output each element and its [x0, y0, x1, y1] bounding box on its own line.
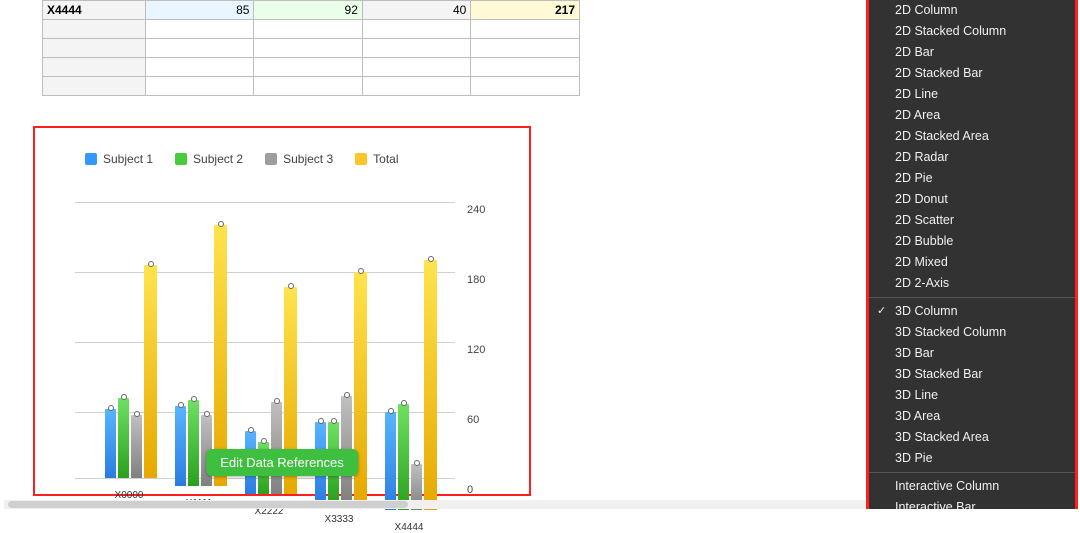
x-tick: X4444	[395, 522, 424, 533]
menu-item-2d-radar[interactable]: 2D Radar	[869, 147, 1075, 168]
menu-item-2d-column[interactable]: 2D Column	[869, 0, 1075, 21]
table-row	[43, 77, 580, 96]
legend-swatch-subject3	[265, 153, 277, 165]
cell-subject3[interactable]: 40	[362, 1, 470, 20]
menu-item-interactive-column[interactable]: Interactive Column	[869, 476, 1075, 497]
bar-handle-icon[interactable]	[331, 418, 337, 424]
bar-handle-icon[interactable]	[428, 256, 434, 262]
horizontal-scrollbar-thumb[interactable]	[8, 501, 408, 508]
legend-swatch-subject2	[175, 153, 187, 165]
bar-handle-icon[interactable]	[261, 438, 267, 444]
bar-handle-icon[interactable]	[401, 400, 407, 406]
bar-handle-icon[interactable]	[288, 283, 294, 289]
menu-item-2d-stacked-bar[interactable]: 2D Stacked Bar	[869, 63, 1075, 84]
legend-label: Subject 3	[283, 152, 333, 166]
legend-label: Total	[373, 152, 398, 166]
data-table[interactable]: X4444 85 92 40 217	[42, 0, 580, 96]
menu-item-3d-pie[interactable]: 3D Pie	[869, 448, 1075, 469]
menu-item-3d-stacked-column[interactable]: 3D Stacked Column	[869, 322, 1075, 343]
spreadsheet-fragment: X4444 85 92 40 217	[42, 0, 580, 96]
legend-swatch-subject1	[85, 153, 97, 165]
bar-blue[interactable]	[385, 412, 396, 510]
chart-type-menu[interactable]: 2D Column2D Stacked Column2D Bar2D Stack…	[866, 0, 1078, 509]
bar-group[interactable]	[175, 225, 227, 486]
bar-handle-icon[interactable]	[274, 398, 280, 404]
bar-green[interactable]	[118, 398, 129, 479]
bar-group[interactable]	[105, 265, 157, 478]
bar-handle-icon[interactable]	[318, 418, 324, 424]
bar-grey[interactable]	[271, 402, 282, 494]
bar-handle-icon[interactable]	[344, 392, 350, 398]
bar-handle-icon[interactable]	[388, 408, 394, 414]
menu-item-2d-scatter[interactable]: 2D Scatter	[869, 210, 1075, 231]
bar-blue[interactable]	[175, 406, 186, 487]
table-row	[43, 58, 580, 77]
edit-data-references-button[interactable]: Edit Data References	[206, 449, 358, 476]
menu-item-2d-area[interactable]: 2D Area	[869, 105, 1075, 126]
bar-handle-icon[interactable]	[204, 411, 210, 417]
bar-green[interactable]	[398, 404, 409, 510]
bar-green[interactable]	[188, 400, 199, 486]
bar-handle-icon[interactable]	[108, 405, 114, 411]
menu-item-2d-pie[interactable]: 2D Pie	[869, 168, 1075, 189]
chart-selection-box[interactable]: Subject 1 Subject 2 Subject 3 Total 240 …	[33, 126, 531, 496]
bar-blue[interactable]	[105, 409, 116, 478]
legend-swatch-total	[355, 153, 367, 165]
menu-separator	[869, 297, 1075, 298]
bar-grey[interactable]	[131, 415, 142, 478]
legend-label: Subject 2	[193, 152, 243, 166]
bar-handle-icon[interactable]	[134, 411, 140, 417]
menu-item-3d-area[interactable]: 3D Area	[869, 406, 1075, 427]
bar-handle-icon[interactable]	[148, 261, 154, 267]
bar-yellow[interactable]	[144, 265, 157, 478]
legend-label: Subject 1	[103, 152, 153, 166]
menu-item-2d-bar[interactable]: 2D Bar	[869, 42, 1075, 63]
horizontal-scrollbar-track[interactable]	[4, 500, 866, 509]
menu-item-2d-donut[interactable]: 2D Donut	[869, 189, 1075, 210]
menu-item-2d-stacked-area[interactable]: 2D Stacked Area	[869, 126, 1075, 147]
bar-handle-icon[interactable]	[121, 394, 127, 400]
menu-item-3d-column[interactable]: 3D Column	[869, 301, 1075, 322]
bar-handle-icon[interactable]	[218, 221, 224, 227]
menu-item-2d-2-axis[interactable]: 2D 2-Axis	[869, 273, 1075, 294]
row-header[interactable]: X4444	[43, 1, 146, 20]
menu-item-interactive-bar[interactable]: Interactive Bar	[869, 497, 1075, 509]
menu-item-2d-stacked-column[interactable]: 2D Stacked Column	[869, 21, 1075, 42]
bar-handle-icon[interactable]	[358, 268, 364, 274]
menu-item-2d-mixed[interactable]: 2D Mixed	[869, 252, 1075, 273]
bar-yellow[interactable]	[214, 225, 227, 486]
bar-group[interactable]	[385, 260, 437, 510]
cell-total[interactable]: 217	[471, 1, 580, 20]
y-tick: 0	[467, 484, 473, 496]
bar-yellow[interactable]	[424, 260, 437, 510]
bar-handle-icon[interactable]	[191, 396, 197, 402]
chart-plot-area[interactable]: X0000 X1111 X2222 X3333 X4444	[75, 190, 475, 478]
menu-item-3d-stacked-bar[interactable]: 3D Stacked Bar	[869, 364, 1075, 385]
bar-handle-icon[interactable]	[248, 427, 254, 433]
menu-item-3d-stacked-area[interactable]: 3D Stacked Area	[869, 427, 1075, 448]
menu-item-3d-bar[interactable]: 3D Bar	[869, 343, 1075, 364]
menu-item-2d-bubble[interactable]: 2D Bubble	[869, 231, 1075, 252]
x-tick: X3333	[325, 514, 354, 525]
table-row: X4444 85 92 40 217	[43, 1, 580, 20]
bar-handle-icon[interactable]	[178, 402, 184, 408]
menu-separator	[869, 472, 1075, 473]
menu-item-3d-line[interactable]: 3D Line	[869, 385, 1075, 406]
table-row	[43, 20, 580, 39]
table-row	[43, 39, 580, 58]
chart-legend: Subject 1 Subject 2 Subject 3 Total	[85, 152, 399, 166]
bar-handle-icon[interactable]	[414, 460, 420, 466]
cell-subject2[interactable]: 92	[254, 1, 362, 20]
menu-item-2d-line[interactable]: 2D Line	[869, 84, 1075, 105]
cell-subject1[interactable]: 85	[145, 1, 253, 20]
